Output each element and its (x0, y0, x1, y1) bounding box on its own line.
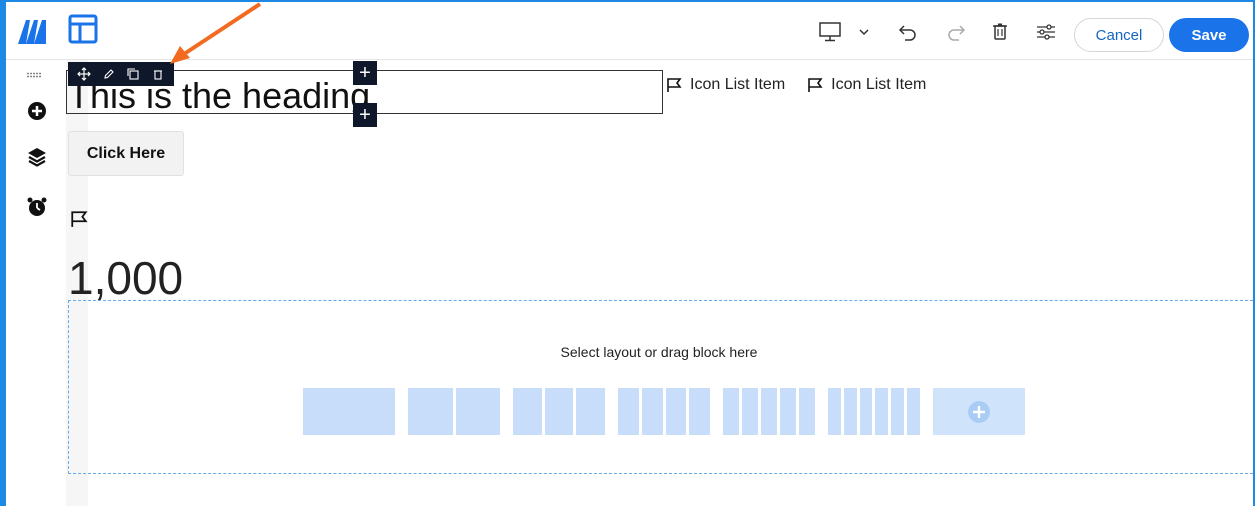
flag-icon (808, 78, 823, 92)
save-button[interactable]: Save (1169, 18, 1249, 52)
layout-option-2-col[interactable] (408, 388, 500, 435)
redo-icon[interactable] (944, 20, 968, 44)
add-circle-icon (968, 400, 990, 423)
layout-option-5-col[interactable] (723, 388, 815, 435)
icon-list-item-label: Icon List Item (690, 76, 786, 93)
desktop-icon[interactable] (818, 20, 842, 44)
layout-template-icon[interactable] (68, 14, 98, 44)
alarm-clock-icon[interactable] (26, 196, 48, 218)
layout-option-4-col[interactable] (618, 388, 710, 435)
flag-icon (667, 78, 682, 92)
edit-pencil-icon[interactable] (101, 66, 117, 82)
icon-list-item-label: Icon List Item (831, 76, 927, 93)
flag-icon[interactable] (70, 210, 88, 228)
block-action-toolbar (68, 62, 174, 86)
duplicate-icon[interactable] (125, 66, 141, 82)
sliders-icon[interactable] (1034, 20, 1058, 44)
counter-value[interactable]: 1,000 (68, 253, 183, 303)
list-item[interactable]: Icon List Item (807, 76, 926, 94)
left-sidebar (6, 60, 66, 506)
chevron-down-icon[interactable] (852, 20, 876, 44)
add-block-below-icon[interactable]: + (353, 103, 377, 127)
add-block-above-icon[interactable]: + (353, 61, 377, 85)
trash-icon[interactable] (988, 20, 1012, 44)
layout-option-custom[interactable] (933, 388, 1025, 435)
layout-option-3-col[interactable] (513, 388, 606, 435)
brand-logo-icon (18, 20, 46, 44)
click-here-button[interactable]: Click Here (68, 131, 184, 176)
cancel-button[interactable]: Cancel (1074, 18, 1164, 52)
grip-icon[interactable] (26, 72, 46, 78)
dropzone-label: Select layout or drag block here (560, 344, 758, 360)
layout-option-6-col[interactable] (828, 388, 920, 435)
layout-dropzone[interactable]: Select layout or drag block here (68, 300, 1255, 474)
move-icon[interactable] (76, 66, 92, 82)
layout-option-1-col[interactable] (303, 388, 395, 435)
layers-icon[interactable] (26, 146, 48, 168)
add-circle-icon[interactable] (26, 100, 48, 122)
undo-icon[interactable] (896, 20, 920, 44)
list-item[interactable]: Icon List Item (666, 76, 785, 94)
annotation-arrow (170, 2, 262, 64)
icon-list: Icon List Item Icon List Item (666, 76, 926, 94)
